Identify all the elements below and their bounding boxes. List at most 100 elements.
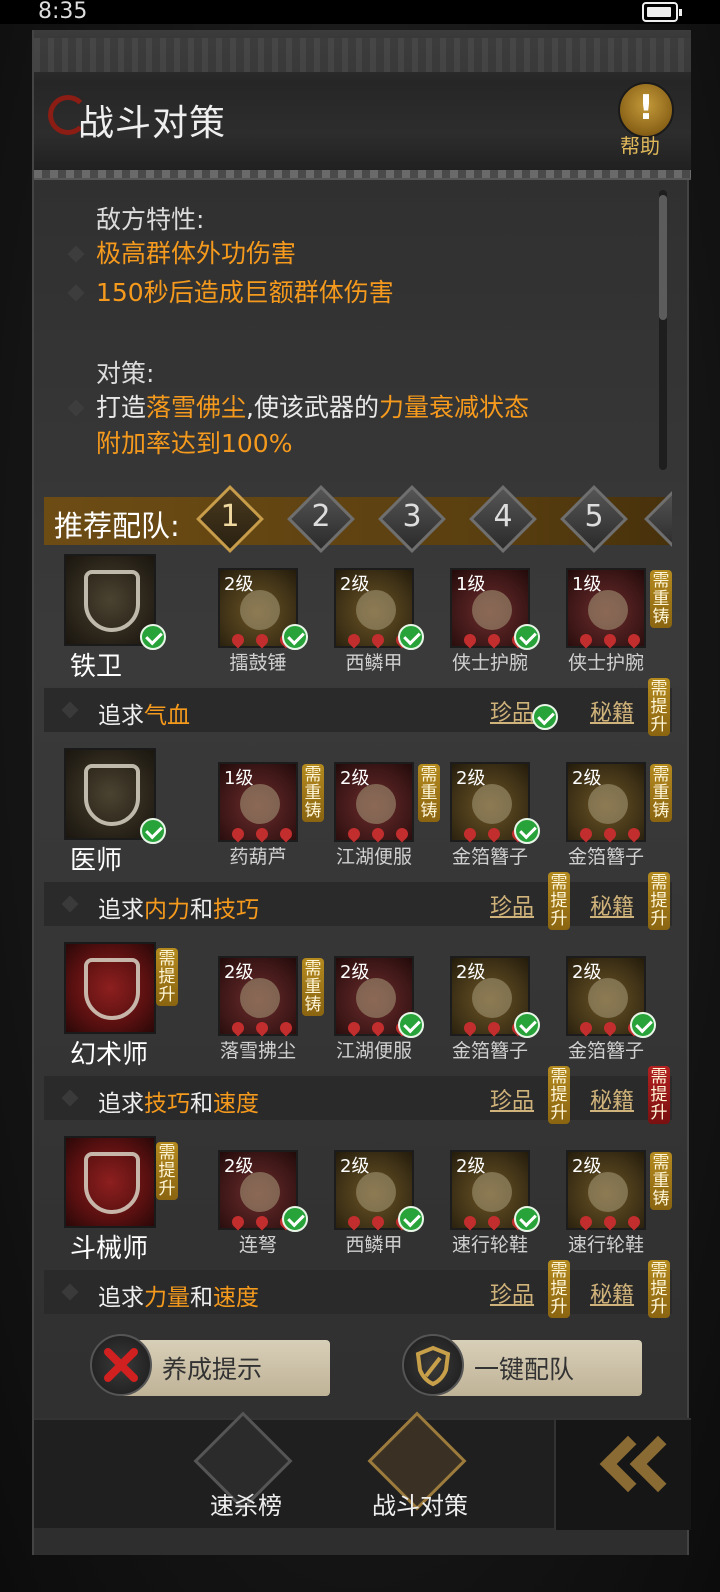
secret-status-badge: 需提升: [648, 1260, 670, 1318]
equipment-slot[interactable]: 2级 金箔簪子: [450, 762, 536, 870]
team-tab-more[interactable]: [644, 485, 672, 553]
check-icon: [532, 704, 558, 730]
secret-link[interactable]: 秘籍: [590, 695, 634, 727]
equipment-name: 金箔簪子: [567, 1040, 644, 1062]
status-bar: 8:35: [0, 0, 720, 24]
equipment-icon: 2级: [566, 762, 646, 843]
header-decoration: [34, 38, 691, 72]
page-title: 战斗对策: [78, 103, 227, 144]
one-click-team-button[interactable]: 一键配队: [402, 1334, 642, 1396]
nav-battle-strategy[interactable]: 战斗对策: [360, 1411, 480, 1530]
equipment-slot[interactable]: 1级 侠士护腕: [450, 568, 536, 676]
check-icon: [140, 818, 166, 844]
close-x-icon: [90, 1334, 152, 1396]
equipment-slot[interactable]: 2级 西鳞甲: [334, 568, 420, 676]
equipment-icon: 1级: [218, 762, 298, 843]
equipment-name: 速行轮鞋: [567, 1234, 644, 1256]
panel-header: 战斗对策 ! 帮助: [34, 30, 691, 180]
equipment-name: 落雪拂尘: [219, 1040, 296, 1062]
help-label: 帮助: [620, 134, 660, 158]
pursue-bar: 追求技巧和速度 珍品 秘籍: [44, 1076, 672, 1120]
secret-status-badge: 需提升: [648, 678, 670, 736]
equipment-name: 西鳞甲: [345, 1234, 403, 1256]
team-tab-4[interactable]: 4: [469, 485, 537, 553]
equipment-name: 药葫芦: [229, 846, 287, 868]
equipment-icon: 2级: [218, 956, 298, 1037]
secret-link[interactable]: 秘籍: [590, 1083, 634, 1115]
pursue-text: 追求内力和技巧: [98, 897, 259, 923]
equipment-slot[interactable]: 2级 西鳞甲: [334, 1150, 420, 1258]
equipment-icon: 2级: [334, 762, 414, 843]
equipment-slot[interactable]: 2级 金箔簪子: [566, 956, 652, 1064]
equipment-status-badge: 需重铸: [650, 1152, 672, 1210]
class-status-badge: 需提升: [156, 948, 178, 1006]
help-button[interactable]: ! 帮助: [612, 82, 682, 162]
enemy-trait-2: 150秒后造成巨额群体伤害: [96, 278, 394, 307]
equipment-slot[interactable]: 2级 速行轮鞋: [566, 1150, 652, 1258]
equipment-name: 江湖便服: [335, 846, 412, 868]
secret-link[interactable]: 秘籍: [590, 1277, 634, 1309]
bullet-icon: [67, 245, 85, 263]
treasure-status-badge: 需提升: [548, 1066, 570, 1124]
team-tab-3[interactable]: 3: [378, 485, 446, 553]
team-tab-5[interactable]: 5: [560, 485, 628, 553]
bullet-icon: [67, 399, 85, 417]
treasure-status-badge: 需提升: [548, 872, 570, 930]
bottom-nav: 速杀榜 战斗对策: [34, 1411, 691, 1530]
treasure-link[interactable]: 珍品: [490, 889, 534, 921]
equipment-icon: 1级: [566, 568, 646, 649]
equipment-slot[interactable]: 2级 速行轮鞋: [450, 1150, 536, 1258]
equipment-slot[interactable]: 2级 落雪拂尘: [218, 956, 304, 1064]
equipment-slot[interactable]: 1级 侠士护腕: [566, 568, 652, 676]
class-emblem-icon[interactable]: [64, 942, 156, 1034]
secret-status-badge: 需提升: [648, 872, 670, 930]
check-icon: [282, 1206, 308, 1232]
check-icon: [514, 1012, 540, 1038]
equipment-name: 金箔簪子: [451, 1040, 528, 1062]
battle-strategy-panel: 战斗对策 ! 帮助 敌方特性: 极高群体外功伤害 150秒后造成巨额群体伤害 对…: [32, 30, 691, 1555]
equipment-name: 连弩: [238, 1234, 277, 1256]
team-tab-1[interactable]: 1: [196, 485, 264, 553]
info-scrollbar[interactable]: [659, 190, 667, 470]
equipment-slot[interactable]: 2级 金箔簪子: [450, 956, 536, 1064]
training-hint-button[interactable]: 养成提示: [90, 1334, 330, 1396]
secret-status-badge: 需提升: [648, 1066, 670, 1124]
scroll-thumb[interactable]: [659, 195, 667, 320]
one-click-team-label: 一键配队: [474, 1355, 575, 1384]
header-divider: [34, 170, 691, 178]
class-name: 斗械师: [70, 1234, 149, 1264]
treasure-link[interactable]: 珍品: [490, 1277, 534, 1309]
team-tab-2[interactable]: 2: [287, 485, 355, 553]
equipment-slot[interactable]: 1级 药葫芦: [218, 762, 304, 870]
pursue-text: 追求技巧和速度: [98, 1091, 259, 1117]
treasure-status-badge: 需提升: [548, 1260, 570, 1318]
class-name: 铁卫: [70, 652, 123, 682]
equipment-name: 擂鼓锤: [229, 652, 287, 674]
enemy-traits-title: 敌方特性:: [96, 205, 205, 234]
nav-label: 速杀榜: [210, 1492, 282, 1520]
shield-sword-icon: [402, 1334, 464, 1396]
equipment-icon: 2级: [566, 1150, 646, 1231]
check-icon: [398, 624, 424, 650]
equipment-slot[interactable]: 2级 江湖便服: [334, 956, 420, 1064]
equipment-name: 西鳞甲: [345, 652, 403, 674]
bullet-icon: [67, 284, 85, 302]
equipment-slot[interactable]: 2级 擂鼓锤: [218, 568, 304, 676]
pursue-text: 追求力量和速度: [98, 1285, 259, 1311]
treasure-link[interactable]: 珍品: [490, 695, 534, 727]
secret-link[interactable]: 秘籍: [590, 889, 634, 921]
enemy-trait-1: 极高群体外功伤害: [96, 239, 297, 268]
class-emblem-icon[interactable]: [64, 1136, 156, 1228]
equipment-slot[interactable]: 2级 金箔簪子: [566, 762, 652, 870]
equipment-name: 速行轮鞋: [451, 1234, 528, 1256]
treasure-link[interactable]: 珍品: [490, 1083, 534, 1115]
equipment-slot[interactable]: 2级 连弩: [218, 1150, 304, 1258]
nav-speed-kill-rank[interactable]: 速杀榜: [186, 1411, 306, 1530]
equipment-slot[interactable]: 2级 江湖便服: [334, 762, 420, 870]
check-icon: [514, 1206, 540, 1232]
back-button[interactable]: [554, 1420, 691, 1530]
equipment-name: 侠士护腕: [567, 652, 644, 674]
recommend-label: 推荐配队:: [54, 509, 180, 543]
pursue-text: 追求气血: [98, 703, 190, 729]
class-status-badge: 需提升: [156, 1142, 178, 1200]
